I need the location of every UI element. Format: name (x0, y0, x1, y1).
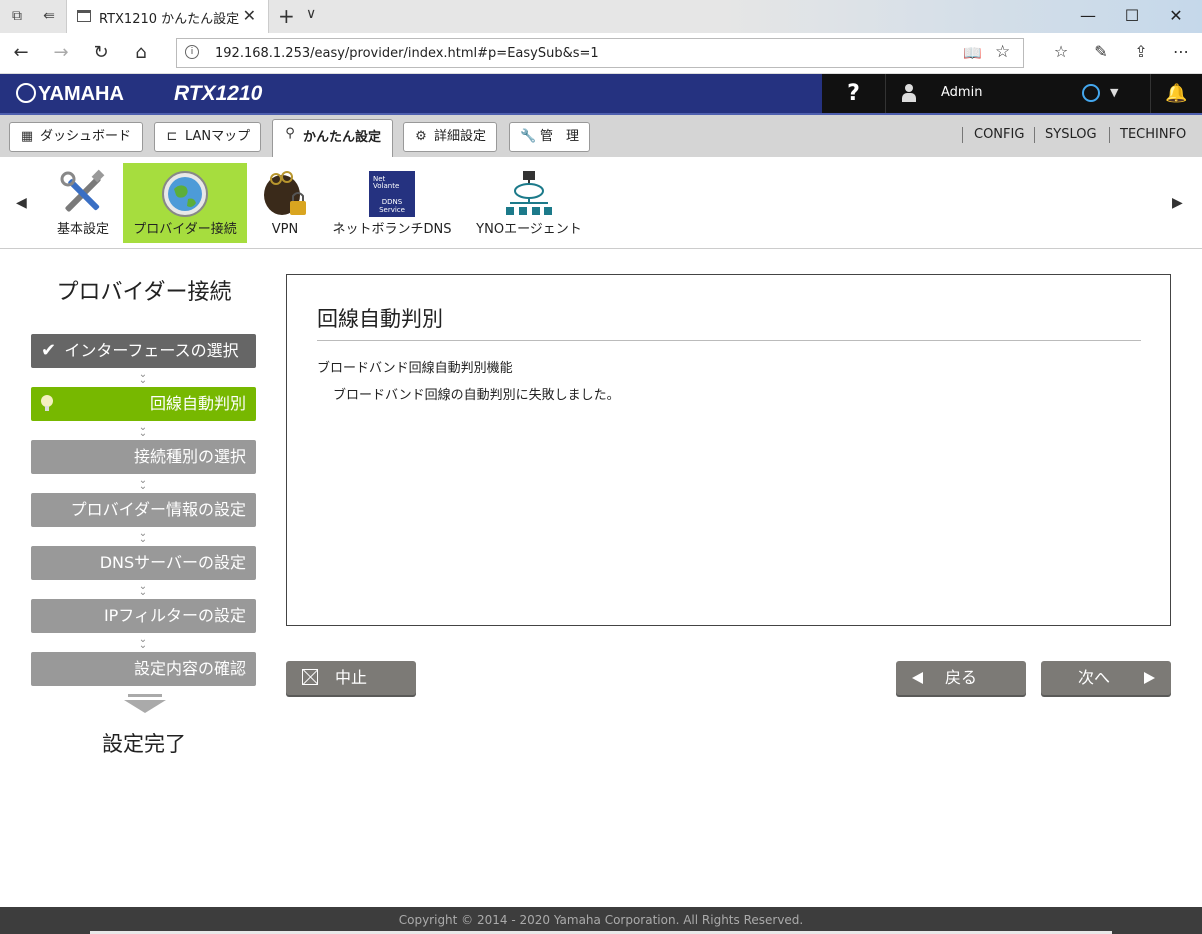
scroll-right-icon[interactable]: ▶ (1172, 195, 1183, 211)
back-arrow-icon[interactable]: ← (10, 42, 32, 64)
config-link[interactable]: CONFIG (974, 127, 1024, 142)
help-button[interactable]: ? (822, 74, 886, 113)
content-panel: 回線自動判別 ブロードバンド回線自動判別機能 ブロードバンド回線の自動判別に失敗… (286, 274, 1171, 626)
favorite-star-icon[interactable]: ☆ (995, 42, 1010, 62)
status-ring-icon[interactable] (1082, 84, 1100, 102)
model-name: RTX1210 (174, 82, 263, 105)
lightbulb-icon (41, 395, 53, 411)
browser-tab-bar: ⧉ ⇚ RTX1210 かんたん設定 - ✕ + ∨ — ☐ ✕ (0, 0, 1202, 33)
step-connection-type: 接続種別の選択 (31, 440, 256, 474)
triangle-right-icon (1144, 672, 1155, 684)
submenu-netvolante-dns[interactable]: Net Volante DDNS Service ネットボランチDNS (330, 163, 454, 243)
pen-icon[interactable]: ✎ (1090, 42, 1112, 61)
browser-tab[interactable]: RTX1210 かんたん設定 - ✕ (66, 0, 269, 33)
dashboard-icon: ▦ (20, 129, 34, 144)
minimize-icon[interactable]: — (1078, 6, 1098, 25)
reading-view-icon[interactable]: 📖 (963, 44, 982, 62)
router-header: YAMAHA RTX1210 ? Admin ▼ 🔔 (0, 74, 1202, 113)
service-mark-text: Service (379, 206, 405, 214)
double-chevron-down-icon: ⌄ ⌄ (138, 528, 148, 545)
caret-down-icon[interactable]: ▼ (1110, 86, 1118, 99)
finish-label: 設定完了 (102, 732, 186, 756)
tools-icon (60, 169, 105, 212)
tab-dashboard[interactable]: ▦ ダッシュボード (9, 122, 143, 152)
checkmark-icon: ✔ (41, 340, 57, 361)
netvolante-mark-text-2: Volante (373, 182, 399, 190)
result-message: ブロードバンド回線の自動判別に失敗しました。 (333, 388, 620, 403)
user-name[interactable]: Admin (941, 85, 982, 100)
footer: Copyright © 2014 - 2020 Yamaha Corporati… (0, 907, 1202, 934)
next-button[interactable]: 次へ (1041, 661, 1171, 695)
cancel-button[interactable]: 中止 (286, 661, 416, 695)
submenu-bar: ◀ 基本設定 プロバイダー接続 VPN Net Volante DDNS Ser… (0, 157, 1202, 249)
sidebar-title: プロバイダー接続 (56, 280, 232, 305)
user-icon (902, 84, 916, 102)
double-chevron-down-icon: ⌄ ⌄ (138, 581, 148, 598)
wrench-icon: 🔧 (520, 129, 537, 144)
submenu-basic-settings[interactable]: 基本設定 (50, 163, 116, 243)
wand-icon: ⚲ (285, 126, 295, 141)
panel-title: 回線自動判別 (317, 307, 443, 331)
maximize-icon[interactable]: ☐ (1122, 6, 1142, 25)
bell-icon[interactable]: 🔔 (1150, 74, 1202, 113)
keys-lock-icon (264, 171, 306, 215)
step-provider-info: プロバイダー情報の設定 (31, 493, 256, 527)
copyright-text: Copyright © 2014 - 2020 Yamaha Corporati… (398, 913, 804, 927)
share-icon[interactable]: ⇪ (1130, 42, 1152, 61)
step-interface-selection: ✔ インターフェースの選択 (31, 334, 256, 368)
network-cloud-icon (506, 171, 552, 215)
step-ip-filter: IPフィルターの設定 (31, 599, 256, 633)
back-button[interactable]: 戻る (896, 661, 1026, 695)
main-menu: ▦ ダッシュボード ⊏ LANマップ ⚲ かんたん設定 ⚙ 詳細設定 🔧 管 理 CONF… (0, 113, 1202, 159)
techinfo-link[interactable]: TECHINFO (1120, 127, 1186, 142)
tab-manager-icon[interactable]: ⧉ (8, 8, 26, 24)
submenu-provider[interactable]: プロバイダー接続 (123, 163, 247, 243)
tab-advanced-settings[interactable]: ⚙ 詳細設定 (403, 122, 497, 152)
more-options-icon[interactable]: ⋯ (1170, 42, 1192, 61)
ddns-service-icon: Net Volante DDNS Service (369, 171, 415, 217)
feature-label: ブロードバンド回線自動判別機能 (317, 361, 513, 376)
step-line-detection: 回線自動判別 (31, 387, 256, 421)
tab-management[interactable]: 🔧 管 理 (509, 122, 590, 152)
syslog-link[interactable]: SYSLOG (1045, 127, 1097, 142)
address-bar: ← → ↻ ⌂ i 192.168.1.253/easy/provider/in… (0, 33, 1202, 74)
double-chevron-down-icon: ⌄ ⌄ (138, 422, 148, 439)
tab-preview-chevron-icon[interactable]: ∨ (306, 6, 316, 22)
url-field[interactable]: i 192.168.1.253/easy/provider/index.html… (176, 38, 1024, 68)
forward-arrow-icon[interactable]: → (50, 42, 72, 64)
url-text[interactable]: 192.168.1.253/easy/provider/index.html#p… (215, 46, 599, 61)
divider (962, 127, 963, 143)
home-icon[interactable]: ⌂ (130, 42, 152, 64)
close-window-icon[interactable]: ✕ (1166, 6, 1186, 25)
divider (1109, 127, 1110, 143)
tab-title: RTX1210 かんたん設定 - (99, 12, 239, 27)
step-dns-server: DNSサーバーの設定 (31, 546, 256, 580)
double-chevron-down-icon: ⌄ ⌄ (138, 475, 148, 492)
yamaha-logo: YAMAHA (16, 83, 124, 106)
page-icon (77, 10, 91, 22)
divider (1034, 127, 1035, 143)
submenu-vpn[interactable]: VPN (256, 163, 314, 243)
tuning-fork-emblem-icon (16, 83, 36, 103)
finish-arrow-icon (124, 694, 166, 714)
favorites-list-icon[interactable]: ☆ (1050, 42, 1072, 61)
close-tab-icon[interactable]: ✕ (243, 6, 256, 25)
scroll-left-icon[interactable]: ◀ (16, 195, 27, 211)
step-confirm: 設定内容の確認 (31, 652, 256, 686)
ddns-mark-text: DDNS (382, 198, 403, 206)
globe-icon (162, 171, 208, 217)
tab-easy-setup[interactable]: ⚲ かんたん設定 (272, 119, 393, 159)
refresh-icon[interactable]: ↻ (90, 42, 112, 64)
lan-map-icon: ⊏ (166, 129, 178, 144)
double-chevron-down-icon: ⌄ ⌄ (138, 634, 148, 651)
divider (317, 340, 1141, 341)
submenu-yno-agent[interactable]: YNOエージェント (470, 163, 588, 243)
double-chevron-down-icon: ⌄ ⌄ (138, 369, 148, 386)
gear-icon: ⚙ (415, 129, 427, 144)
tab-lan-map[interactable]: ⊏ LANマップ (154, 122, 261, 152)
site-info-icon[interactable]: i (185, 45, 199, 59)
new-tab-icon[interactable]: + (278, 4, 295, 28)
set-aside-tabs-icon[interactable]: ⇚ (40, 8, 58, 24)
brand-text: YAMAHA (38, 83, 124, 105)
